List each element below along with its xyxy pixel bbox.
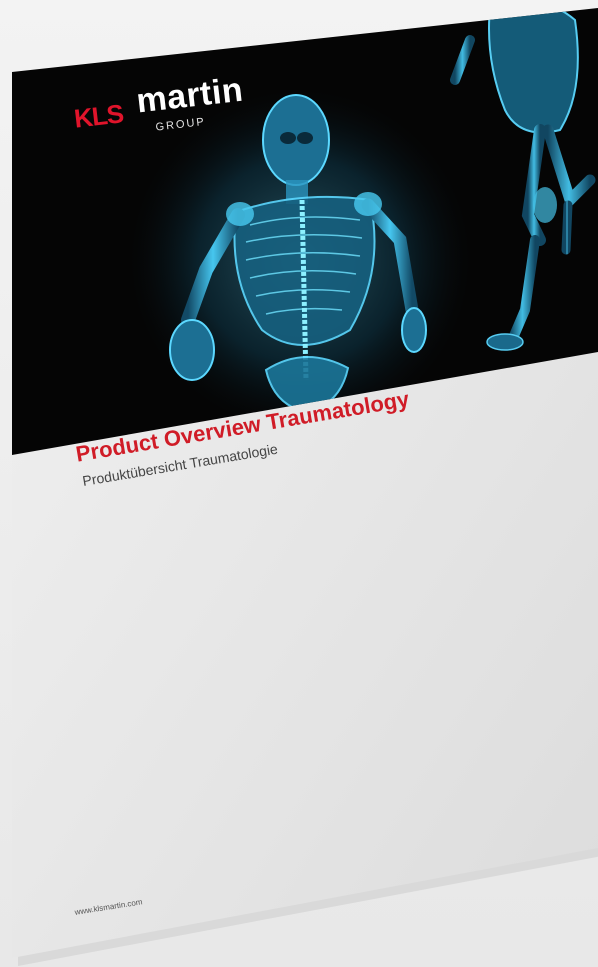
logo-martin-text: martin: [134, 70, 246, 121]
logo-kls-text: KLS: [72, 98, 125, 134]
brochure-cover: KLS martin GROUP Product Overview Trauma…: [0, 0, 598, 967]
skull-shape: [262, 94, 330, 186]
